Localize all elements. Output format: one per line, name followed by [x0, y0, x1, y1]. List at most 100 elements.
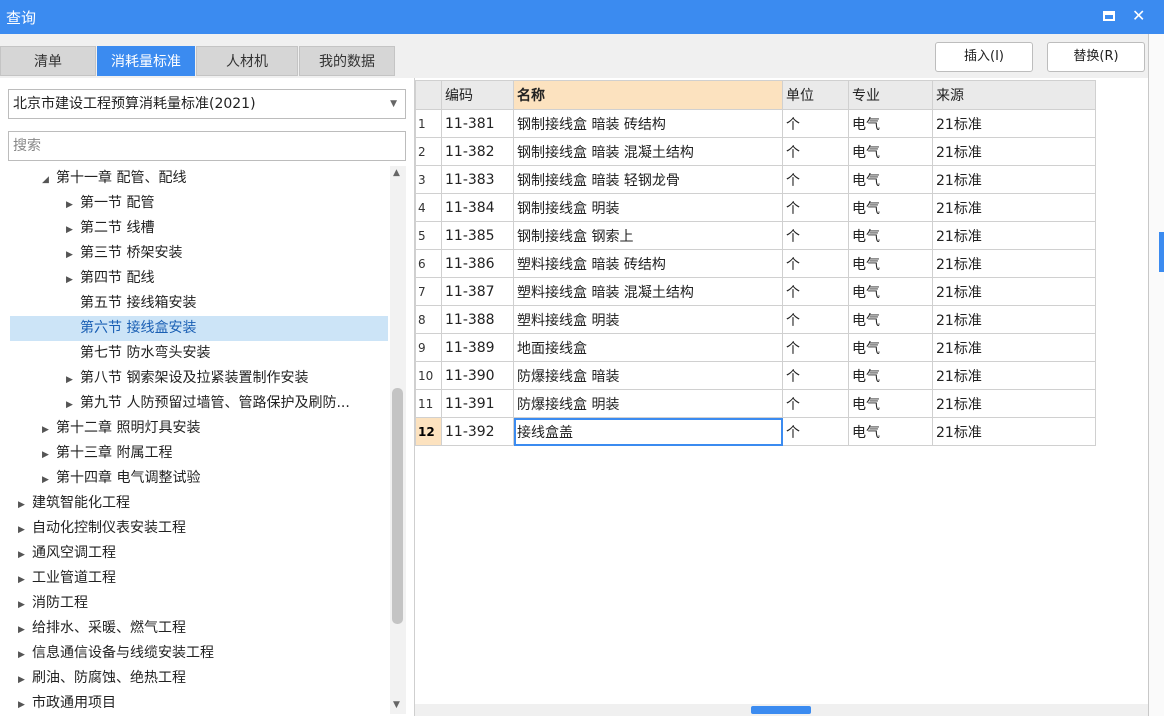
- table-row[interactable]: 7 11-387 塑料接线盒 暗装 混凝土结构个电气 21标准: [415, 277, 1096, 306]
- cell-unit[interactable]: 个: [782, 165, 849, 194]
- cell-major[interactable]: 电气: [848, 221, 933, 250]
- cell-code[interactable]: 11-381: [441, 109, 514, 138]
- tab-my-data[interactable]: 我的数据: [299, 46, 395, 76]
- cell-unit[interactable]: 个: [782, 305, 849, 334]
- tree-item[interactable]: ▶ 第四节 配线: [66, 266, 154, 291]
- cell-source[interactable]: 21标准: [932, 417, 1096, 446]
- table-row[interactable]: 8 11-388 塑料接线盒 明装个电气 21标准: [415, 305, 1096, 334]
- cell-name[interactable]: 钢制接线盒 暗装 砖结构: [513, 109, 783, 138]
- insert-button[interactable]: 插入(I): [935, 42, 1033, 72]
- cell-source[interactable]: 21标准: [932, 277, 1096, 306]
- cell-code[interactable]: 11-387: [441, 277, 514, 306]
- cell-unit[interactable]: 个: [782, 221, 849, 250]
- caret-right-icon[interactable]: ▶: [66, 368, 80, 393]
- cell-name[interactable]: 钢制接线盒 暗装 混凝土结构: [513, 137, 783, 166]
- cell-source[interactable]: 21标准: [932, 221, 1096, 250]
- table-row[interactable]: 9 11-389 地面接线盒个电气 21标准: [415, 333, 1096, 362]
- scroll-up-icon[interactable]: ▲: [393, 168, 400, 178]
- cell-major[interactable]: 电气: [848, 249, 933, 278]
- cell-name[interactable]: 塑料接线盒 暗装 混凝土结构: [513, 277, 783, 306]
- table-row[interactable]: 11 11-391 防爆接线盒 明装个电气 21标准: [415, 389, 1096, 418]
- column-header-code[interactable]: 编码: [441, 80, 514, 110]
- caret-right-icon[interactable]: ▶: [66, 193, 80, 218]
- table-row[interactable]: 10 11-390 防爆接线盒 暗装个电气 21标准: [415, 361, 1096, 390]
- cell-unit[interactable]: 个: [782, 389, 849, 418]
- caret-right-icon[interactable]: ▶: [42, 418, 56, 443]
- cell-unit[interactable]: 个: [782, 249, 849, 278]
- tree-item[interactable]: ▶ 建筑智能化工程: [18, 491, 130, 516]
- caret-right-icon[interactable]: ▶: [18, 618, 32, 643]
- cell-code[interactable]: 11-392: [441, 417, 514, 446]
- cell-name[interactable]: 防爆接线盒 明装: [513, 389, 783, 418]
- cell-code[interactable]: 11-391: [441, 389, 514, 418]
- tree-item[interactable]: ▶ 给排水、采暖、燃气工程: [18, 616, 186, 641]
- caret-right-icon[interactable]: ▶: [18, 493, 32, 518]
- tree-item[interactable]: ▶ 市政通用项目: [18, 691, 116, 716]
- cell-code[interactable]: 11-389: [441, 333, 514, 362]
- cell-major[interactable]: 电气: [848, 277, 933, 306]
- tab-xiaohaoliang[interactable]: 消耗量标准: [97, 46, 195, 76]
- cell-major[interactable]: 电气: [848, 109, 933, 138]
- tree-item[interactable]: ▶ 第三节 桥架安装: [66, 241, 182, 266]
- cell-unit[interactable]: 个: [782, 109, 849, 138]
- cell-source[interactable]: 21标准: [932, 333, 1096, 362]
- cell-unit[interactable]: 个: [782, 417, 849, 446]
- table-row[interactable]: 1 11-381 钢制接线盒 暗装 砖结构个电气 21标准: [415, 109, 1096, 138]
- cell-major[interactable]: 电气: [848, 333, 933, 362]
- standard-select[interactable]: 北京市建设工程预算消耗量标准(2021) ▼: [8, 89, 406, 119]
- cell-source[interactable]: 21标准: [932, 109, 1096, 138]
- cell-code[interactable]: 11-386: [441, 249, 514, 278]
- cell-name[interactable]: 塑料接线盒 暗装 砖结构: [513, 249, 783, 278]
- cell-code[interactable]: 11-382: [441, 137, 514, 166]
- scroll-thumb[interactable]: [392, 388, 403, 624]
- cell-name[interactable]: 地面接线盒: [513, 333, 783, 362]
- caret-right-icon[interactable]: ▶: [18, 518, 32, 543]
- tree-item[interactable]: ▶ 消防工程: [18, 591, 88, 616]
- caret-right-icon[interactable]: ▶: [18, 593, 32, 618]
- column-header-unit[interactable]: 单位: [782, 80, 849, 110]
- caret-right-icon[interactable]: ▶: [18, 668, 32, 693]
- cell-major[interactable]: 电气: [848, 165, 933, 194]
- tree-item[interactable]: ▶ 第九节 人防预留过墙管、管路保护及刷防...: [66, 391, 350, 416]
- cell-name[interactable]: 钢制接线盒 暗装 轻钢龙骨: [513, 165, 783, 194]
- cell-source[interactable]: 21标准: [932, 389, 1096, 418]
- tree-item[interactable]: ◢ 第十一章 配管、配线: [42, 166, 186, 191]
- caret-right-icon[interactable]: ▶: [66, 243, 80, 268]
- cell-code[interactable]: 11-388: [441, 305, 514, 334]
- cell-code[interactable]: 11-383: [441, 165, 514, 194]
- tree-item[interactable]: 第五节 接线箱安装: [66, 291, 196, 316]
- cell-name[interactable]: 钢制接线盒 钢索上: [513, 221, 783, 250]
- caret-right-icon[interactable]: ▶: [66, 268, 80, 293]
- hscroll-thumb[interactable]: [751, 706, 811, 714]
- cell-name[interactable]: 塑料接线盒 明装: [513, 305, 783, 334]
- tree-item[interactable]: 第七节 防水弯头安装: [66, 341, 210, 366]
- caret-right-icon[interactable]: ▶: [42, 443, 56, 468]
- cell-source[interactable]: 21标准: [932, 137, 1096, 166]
- cell-source[interactable]: 21标准: [932, 193, 1096, 222]
- tab-rencaiji[interactable]: 人材机: [196, 46, 298, 76]
- caret-right-icon[interactable]: ▶: [18, 568, 32, 593]
- tree-item[interactable]: 第六节 接线盒安装: [66, 316, 196, 341]
- cell-unit[interactable]: 个: [782, 193, 849, 222]
- cell-name[interactable]: 防爆接线盒 暗装: [513, 361, 783, 390]
- cell-code[interactable]: 11-390: [441, 361, 514, 390]
- cell-major[interactable]: 电气: [848, 389, 933, 418]
- caret-right-icon[interactable]: ▶: [18, 693, 32, 716]
- cell-unit[interactable]: 个: [782, 277, 849, 306]
- caret-right-icon[interactable]: ▶: [18, 643, 32, 668]
- caret-right-icon[interactable]: ▶: [66, 218, 80, 243]
- cell-major[interactable]: 电气: [848, 361, 933, 390]
- table-row[interactable]: 12 11-392 接线盒盖个电气 21标准: [415, 417, 1096, 446]
- replace-button[interactable]: 替换(R): [1047, 42, 1145, 72]
- cell-unit[interactable]: 个: [782, 333, 849, 362]
- scroll-down-icon[interactable]: ▼: [393, 700, 400, 710]
- cell-name[interactable]: 钢制接线盒 明装: [513, 193, 783, 222]
- table-row[interactable]: 6 11-386 塑料接线盒 暗装 砖结构个电气 21标准: [415, 249, 1096, 278]
- tree-item[interactable]: ▶ 第十三章 附属工程: [42, 441, 172, 466]
- cell-source[interactable]: 21标准: [932, 361, 1096, 390]
- table-row[interactable]: 4 11-384 钢制接线盒 明装个电气 21标准: [415, 193, 1096, 222]
- cell-code[interactable]: 11-385: [441, 221, 514, 250]
- maximize-icon[interactable]: [1103, 11, 1115, 21]
- caret-expanded-icon[interactable]: ◢: [42, 168, 56, 193]
- cell-unit[interactable]: 个: [782, 137, 849, 166]
